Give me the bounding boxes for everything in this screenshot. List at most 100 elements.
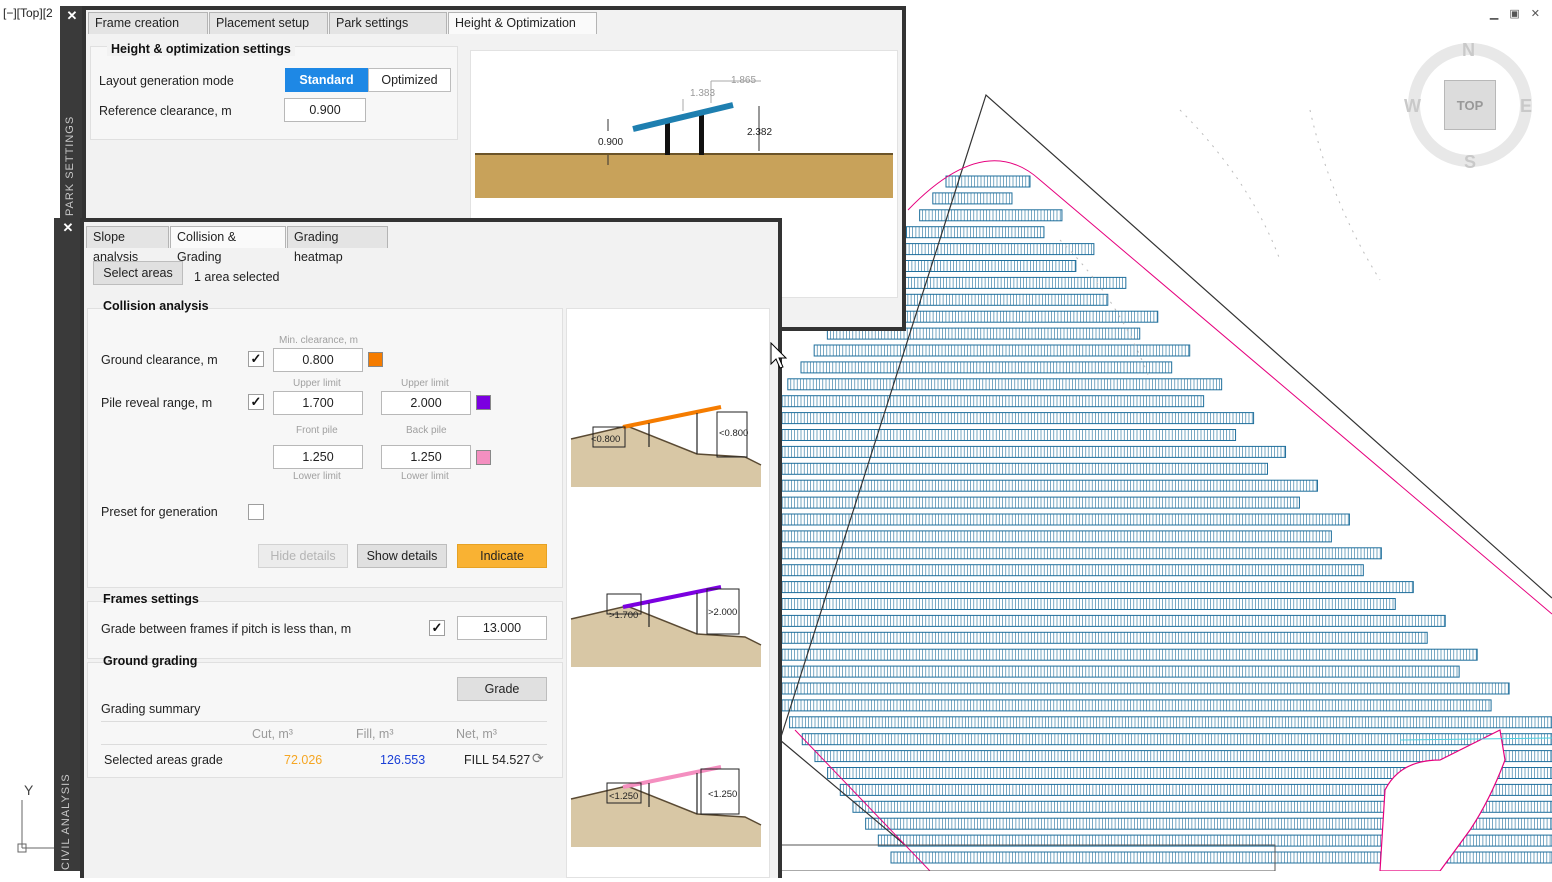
diagram2-left-label: >1.700 xyxy=(609,610,638,621)
mouse-cursor-icon xyxy=(770,342,788,369)
close-icon[interactable]: ✕ xyxy=(54,220,82,236)
ground-clearance-checkbox[interactable]: ✓ xyxy=(248,351,264,367)
grade-pitch-input[interactable]: 13.000 xyxy=(457,616,547,640)
net-value: FILL 54.527 xyxy=(464,753,531,767)
module-hatch xyxy=(790,378,1220,390)
module-hatch xyxy=(922,209,1061,221)
compass-north[interactable]: N xyxy=(1462,40,1475,61)
module-row xyxy=(781,682,1510,695)
height-settings-group xyxy=(90,46,458,140)
summary-divider xyxy=(101,721,547,722)
module-hatch xyxy=(784,463,1266,475)
module-hatch xyxy=(869,277,1123,289)
module-row xyxy=(781,513,1350,526)
grade-between-frames-checkbox[interactable]: ✓ xyxy=(429,620,445,636)
pile-reveal-checkbox[interactable]: ✓ xyxy=(248,394,264,410)
diagram2-right-label: >2.000 xyxy=(708,607,737,618)
module-hatch xyxy=(784,632,1426,644)
collision-title: Collision analysis xyxy=(103,299,209,313)
module-hatch xyxy=(784,699,1490,711)
hide-details-button[interactable]: Hide details xyxy=(258,544,348,568)
front-pile-upper-input[interactable]: 1.700 xyxy=(273,391,363,415)
park-settings-sidebar: ✕ PARK SETTINGS xyxy=(60,6,84,218)
pile-upper-color[interactable] xyxy=(476,395,491,410)
module-hatch xyxy=(784,514,1349,525)
module-hatch xyxy=(784,598,1394,610)
tab-placement-setup[interactable]: Placement setup xyxy=(209,12,328,34)
back-pile-upper-input[interactable]: 2.000 xyxy=(381,391,471,415)
module-row xyxy=(781,564,1364,577)
front-pile-lower-input[interactable]: 1.250 xyxy=(273,445,363,469)
tab-grading-heatmap[interactable]: Grading heatmap xyxy=(287,226,388,264)
compass-east[interactable]: E xyxy=(1520,96,1532,117)
module-hatch xyxy=(784,666,1458,678)
module-row xyxy=(781,445,1287,458)
tab-park-settings[interactable]: Park settings xyxy=(329,12,447,34)
module-row xyxy=(919,209,1063,222)
preset-generation-checkbox[interactable] xyxy=(248,504,264,520)
module-row xyxy=(813,344,1191,357)
tab-height-optimization[interactable]: Height & Optimization xyxy=(448,12,597,34)
diagram-height: 2.382 xyxy=(747,127,772,138)
module-hatch xyxy=(784,615,1445,627)
diagram-clearance: 0.900 xyxy=(598,137,623,148)
select-areas-button[interactable]: Select areas xyxy=(93,261,183,285)
lower-limit-caption-back: Lower limit xyxy=(401,471,449,482)
module-hatch xyxy=(784,547,1381,559)
ground-clearance-color[interactable] xyxy=(368,352,383,367)
module-row xyxy=(781,648,1478,661)
module-hatch xyxy=(882,260,1076,272)
viewcube-top-face[interactable]: TOP xyxy=(1444,80,1496,130)
diagram3-left-label: <1.250 xyxy=(609,791,638,802)
setback-line xyxy=(907,160,1552,615)
civil-analysis-panel: Slope analysis Collision & Grading Gradi… xyxy=(80,218,782,878)
compass-south[interactable]: S xyxy=(1464,152,1476,173)
frames-settings-title: Frames settings xyxy=(103,592,199,606)
module-row xyxy=(781,547,1382,560)
window-controls[interactable]: ▁ ▣ ✕ xyxy=(1490,7,1544,20)
pile-lower-color[interactable] xyxy=(476,450,491,465)
module-hatch xyxy=(935,192,1010,204)
mode-standard-button[interactable]: Standard xyxy=(285,68,368,92)
grade-button[interactable]: Grade xyxy=(457,677,547,701)
indicate-button[interactable]: Indicate xyxy=(457,544,547,568)
module-hatch xyxy=(784,581,1413,593)
tab-collision-grading[interactable]: Collision & Grading xyxy=(170,226,286,264)
viewport-label[interactable]: [−][Top][2 xyxy=(3,6,53,20)
refresh-icon[interactable]: ⟳ xyxy=(532,750,544,767)
civil-analysis-sidebar: ✕ CIVIL ANALYSIS xyxy=(54,218,82,871)
close-icon[interactable]: ✕ xyxy=(60,8,84,24)
exclusion-zone xyxy=(1379,729,1506,871)
module-row xyxy=(781,412,1255,425)
cut-value: 72.026 xyxy=(284,753,323,767)
ground-clearance-input[interactable]: 0.800 xyxy=(273,348,363,372)
module-hatch xyxy=(816,345,1189,356)
compass-west[interactable]: W xyxy=(1404,96,1421,117)
drawing-frame xyxy=(779,844,1276,871)
grading-summary-title: Grading summary xyxy=(101,702,201,716)
mode-optimized-button[interactable]: Optimized xyxy=(368,68,451,92)
module-hatch xyxy=(784,429,1234,441)
diagram1-left-label: <0.800 xyxy=(591,434,620,445)
fill-value: 126.553 xyxy=(380,753,426,767)
tab-slope-analysis[interactable]: Slope analysis xyxy=(86,226,169,264)
mode-label: Layout generation mode xyxy=(99,74,234,88)
module-row xyxy=(789,716,1552,729)
height-settings-title: Height & optimization settings xyxy=(107,42,295,56)
module-hatch xyxy=(784,497,1298,509)
summary-divider-2 xyxy=(101,744,547,745)
module-hatch xyxy=(948,176,1030,187)
tab-frame-creation[interactable]: Frame creation xyxy=(88,12,208,34)
grade-between-frames-label: Grade between frames if pitch is less th… xyxy=(101,622,352,636)
module-row xyxy=(781,699,1492,712)
header-fill: Fill, m³ xyxy=(356,727,394,741)
show-details-button[interactable]: Show details xyxy=(357,544,447,568)
header-net: Net, m³ xyxy=(456,727,497,741)
selected-areas-grade-label: Selected areas grade xyxy=(104,753,223,767)
site-boundary-bottom xyxy=(779,739,906,846)
module-row xyxy=(892,243,1095,256)
module-hatch xyxy=(784,395,1202,407)
viewcube[interactable]: N S E W TOP xyxy=(1398,36,1538,176)
reference-clearance-input[interactable]: 0.900 xyxy=(284,98,366,122)
back-pile-lower-input[interactable]: 1.250 xyxy=(381,445,471,469)
